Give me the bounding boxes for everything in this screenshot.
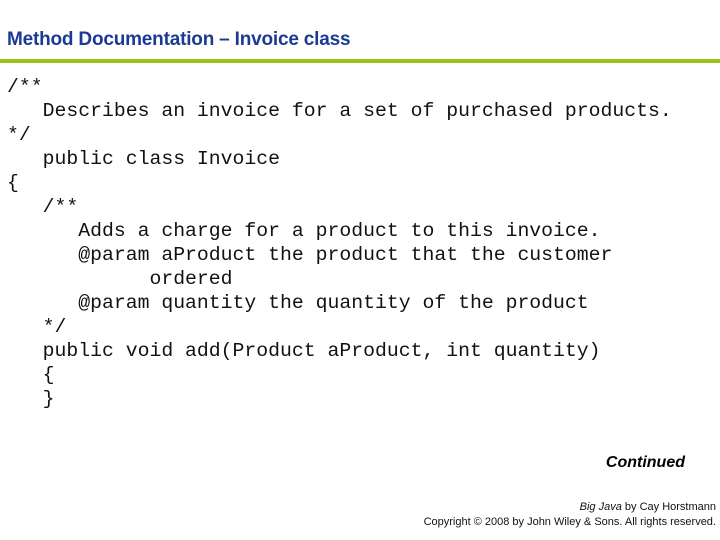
code-line: { [7,172,19,194]
title-divider [0,59,720,63]
book-title: Big Java [579,501,622,513]
code-line: } [7,388,55,410]
book-credit: Big Java by Cay Horstmann [424,500,716,515]
code-line: */ [7,316,67,338]
code-line: /** [7,196,79,218]
code-line: @param quantity the quantity of the prod… [7,292,589,314]
code-line: Describes an invoice for a set of purcha… [7,100,672,122]
code-line: ordered [7,268,233,290]
code-line: public void add(Product aProduct, int qu… [7,340,601,362]
slide-title: Method Documentation – Invoice class [7,29,351,50]
book-author: by Cay Horstmann [621,501,716,513]
copyright-notice: Copyright © 2008 by John Wiley & Sons. A… [423,516,716,528]
code-line: @param aProduct the product that the cus… [7,244,613,266]
code-line: { [7,364,55,386]
code-line: public class Invoice [7,148,281,170]
footer-credits: Big Java by Cay Horstmann Copyright © 20… [424,500,716,530]
code-line: */ [7,124,31,146]
code-line: Adds a charge for a product to this invo… [7,220,601,242]
code-block: /** Describes an invoice for a set of pu… [7,75,672,411]
continued-label: Continued [605,454,685,471]
code-line: /** [7,76,43,98]
